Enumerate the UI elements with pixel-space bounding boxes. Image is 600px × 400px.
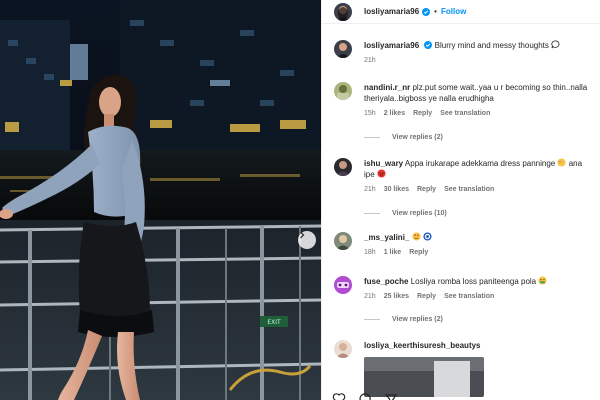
post-header: losliyamaria96 • Follow <box>322 0 600 24</box>
post-photo[interactable]: EXIT <box>0 0 321 400</box>
commenter-avatar[interactable] <box>334 82 352 100</box>
night-harbour-photo: EXIT <box>0 0 321 400</box>
comment-likes[interactable]: 25 likes <box>384 293 409 300</box>
view-replies-button[interactable]: View replies (10) <box>364 210 447 217</box>
next-photo-button[interactable] <box>298 231 316 249</box>
comment-likes[interactable]: 30 likes <box>384 186 409 193</box>
comment-time: 21h <box>364 186 376 193</box>
comments-panel: losliyamaria96 • Follow losliyamaria96 B… <box>321 0 600 400</box>
comment-text: Appa irukarape adekkama dress panninge <box>404 159 556 168</box>
reply-button[interactable]: Reply <box>409 249 428 256</box>
caption-time: 21h <box>364 57 376 64</box>
comment-text: Losliya romba loss paniteenga pola <box>410 277 537 286</box>
reply-button[interactable]: Reply <box>417 293 436 300</box>
author-username[interactable]: losliyamaria96 <box>364 7 419 16</box>
caption-text: Blurry mind and messy thoughts <box>434 41 549 50</box>
view-replies-button[interactable]: View replies (2) <box>364 316 443 323</box>
caption: losliyamaria96 Blurry mind and messy tho… <box>334 40 592 64</box>
see-translation-button[interactable]: See translation <box>444 186 494 193</box>
comment-item: nandini.r_nr plz.put some wait..yaa u r … <box>334 82 592 117</box>
reply-button[interactable]: Reply <box>417 186 436 193</box>
follow-button[interactable]: Follow <box>441 7 466 16</box>
separator-dot: • <box>434 7 437 16</box>
heart-eyes-emoji-icon <box>412 232 421 241</box>
commenter-avatar[interactable] <box>334 340 352 358</box>
comment-item: losliya_keerthisuresh_beautys <box>334 340 592 397</box>
instagram-post: EXIT losliyamaria96 • Follow losliyamari… <box>0 0 600 400</box>
replies-line <box>364 213 380 214</box>
next-arrow-icon <box>300 231 305 239</box>
comment-image[interactable] <box>364 357 484 397</box>
comment-item: ishu_wary Appa irukarape adekkama dress … <box>334 158 592 193</box>
chat-bubble-icon <box>551 40 560 49</box>
commenter-avatar[interactable] <box>334 158 352 176</box>
comment-username[interactable]: losliya_keerthisuresh_beautys <box>364 341 481 350</box>
caption-username[interactable]: losliyamaria96 <box>364 41 419 50</box>
share-icon[interactable] <box>384 392 398 400</box>
see-translation-button[interactable]: See translation <box>444 293 494 300</box>
author-avatar-small[interactable] <box>334 40 352 58</box>
verified-icon <box>422 7 431 16</box>
comment-likes[interactable]: 1 like <box>384 249 402 256</box>
comment-icon[interactable] <box>358 392 372 400</box>
reply-button[interactable]: Reply <box>413 110 432 117</box>
replies-line <box>364 319 380 320</box>
comment-username[interactable]: ishu_wary <box>364 159 403 168</box>
action-bar <box>332 392 398 400</box>
angry-emoji-icon <box>377 169 386 178</box>
facepalm-emoji-icon <box>557 158 567 167</box>
heart-icon[interactable] <box>332 392 346 400</box>
comment-time: 18h <box>364 249 376 256</box>
comment-time: 15h <box>364 110 376 117</box>
comment-item: fuse_poche Losliya romba loss paniteenga… <box>334 276 592 300</box>
evil-eye-emoji-icon <box>423 232 432 241</box>
see-translation-button[interactable]: See translation <box>440 110 490 117</box>
comment-username[interactable]: nandini.r_nr <box>364 83 410 92</box>
comment-username[interactable]: fuse_poche <box>364 277 408 286</box>
comment-username[interactable]: _ms_yalini_ <box>364 233 409 242</box>
verified-icon <box>424 41 433 49</box>
comment-item: _ms_yalini_ 18h 1 like Reply <box>334 232 592 256</box>
comment-time: 21h <box>364 293 376 300</box>
svg-text:EXIT: EXIT <box>267 319 281 326</box>
view-replies-button[interactable]: View replies (2) <box>364 134 443 141</box>
commenter-avatar[interactable] <box>334 276 352 294</box>
author-avatar[interactable] <box>334 2 352 21</box>
replies-line <box>364 137 380 138</box>
comment-likes[interactable]: 2 likes <box>384 110 405 117</box>
commenter-avatar[interactable] <box>334 232 352 250</box>
money-mouth-emoji-icon <box>538 276 547 285</box>
